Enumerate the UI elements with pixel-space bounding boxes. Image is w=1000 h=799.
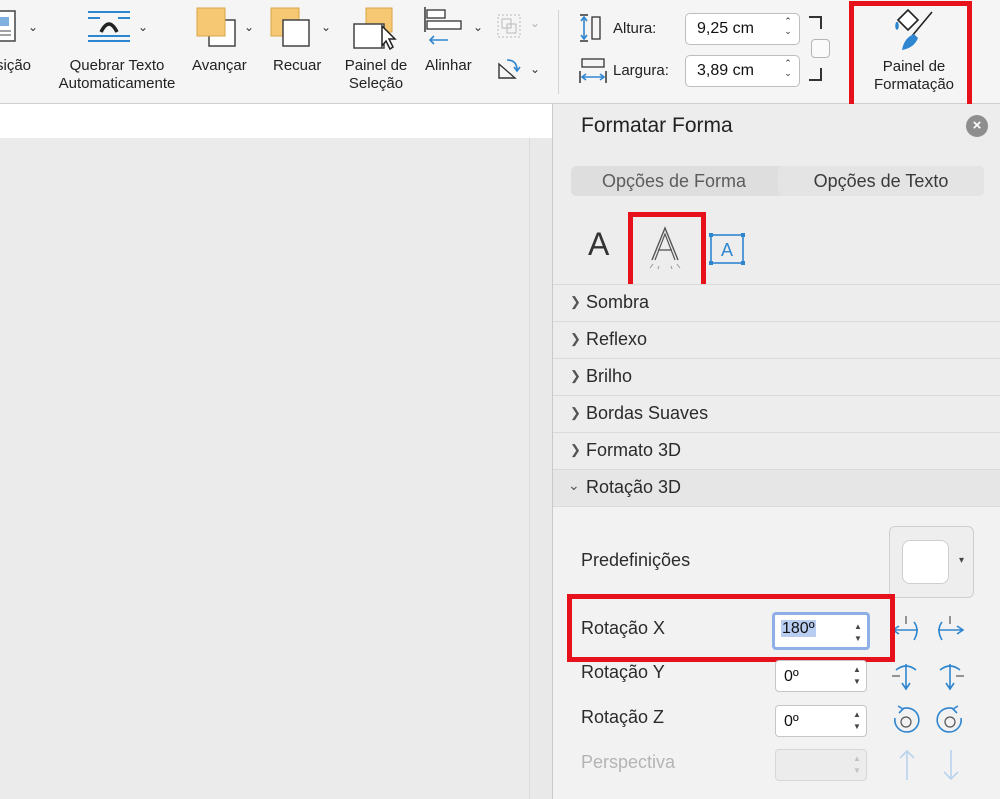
section-label: Rotação 3D	[586, 477, 682, 497]
section-label: Bordas Suaves	[586, 403, 709, 423]
rotation-y-value: 0º	[784, 668, 799, 685]
rotate-down-icon[interactable]	[934, 660, 966, 692]
section-shadow[interactable]: ❯ Sombra	[553, 284, 1000, 321]
chevron-down-icon: ⌄	[28, 20, 39, 34]
send-backward-label: Recuar	[273, 57, 322, 74]
close-icon[interactable]: ×	[966, 115, 988, 137]
bring-forward-button[interactable]: ⌄ Avançar	[190, 4, 260, 92]
section-reflection[interactable]: ❯ Reflexo	[553, 321, 1000, 358]
wrap-text-label: Quebrar Texto Automaticamente	[58, 57, 176, 92]
perspective-decrease-icon[interactable]	[939, 748, 963, 782]
rotate-icon[interactable]	[495, 56, 523, 84]
section-3d-rotation[interactable]: ⌄ Rotação 3D	[553, 469, 1000, 506]
section-glow[interactable]: ❯ Brilho	[553, 358, 1000, 395]
height-stepper[interactable]: ⌃ ⌄	[782, 16, 794, 36]
chevron-right-icon: ❯	[570, 405, 581, 420]
width-stepper[interactable]: ⌃ ⌄	[782, 58, 794, 78]
wrap-text-button[interactable]: ⌄ Quebrar Texto Automaticamente	[48, 4, 186, 96]
position-button[interactable]: ⌄ sição	[0, 4, 40, 92]
options-tab-bar: Opções de Forma Opções de Texto	[571, 166, 984, 196]
chevron-down-icon: ⌄	[530, 62, 541, 76]
document-ruler-strip	[0, 104, 552, 138]
lock-bracket-bottom	[809, 68, 822, 81]
chevron-down-icon: ⌄	[138, 20, 149, 34]
rotation-y-label: Rotação Y	[581, 662, 665, 682]
highlight-text-effects-tab	[628, 212, 706, 290]
selection-pane-label: Painel de Seleção	[344, 57, 408, 92]
wrap-text-icon	[88, 11, 130, 42]
width-label: Largura:	[613, 62, 669, 79]
align-label: Alinhar	[425, 57, 472, 74]
chevron-down-icon: ⌄	[244, 20, 255, 34]
chevron-down-icon: ⌄	[568, 477, 580, 493]
rotation-z-input[interactable]: 0º ▲ ▼	[775, 705, 867, 737]
chevron-down-icon: ⌄	[473, 20, 484, 34]
document-page[interactable]	[0, 138, 530, 799]
perspective-label: Perspectiva	[581, 752, 676, 772]
rotation-z-stepper[interactable]: ▲ ▼	[852, 709, 862, 733]
selection-pane-button[interactable]: Painel de Seleção	[338, 4, 414, 96]
send-backward-icon	[270, 7, 310, 47]
section-3d-format[interactable]: ❯ Formato 3D	[553, 432, 1000, 469]
height-icon	[580, 14, 601, 42]
group-icon[interactable]	[495, 12, 523, 40]
perspective-stepper[interactable]: ▲ ▼	[852, 753, 862, 777]
selection-pane-icon	[353, 7, 397, 50]
lock-bracket-top	[809, 16, 822, 29]
section-label: Formato 3D	[586, 440, 682, 460]
chevron-right-icon: ❯	[570, 294, 581, 309]
rotation-y-input[interactable]: 0º ▲ ▼	[775, 660, 867, 692]
rotate-counterclockwise-icon[interactable]	[890, 704, 922, 736]
height-label: Altura:	[613, 20, 657, 37]
section-soft-edges[interactable]: ❯ Bordas Suaves	[553, 395, 1000, 432]
rotation-z-value: 0º	[784, 713, 799, 730]
position-icon	[0, 10, 16, 42]
text-fill-outline-tab[interactable]: A	[588, 226, 618, 262]
presets-dropdown[interactable]: ▾	[889, 526, 974, 598]
tab-shape-options[interactable]: Opções de Forma	[571, 166, 777, 196]
send-backward-button[interactable]: ⌄ Recuar	[266, 4, 336, 92]
align-button[interactable]: ⌄ Alinhar	[416, 4, 490, 92]
bring-forward-label: Avançar	[192, 57, 247, 74]
lock-aspect-checkbox[interactable]	[811, 39, 830, 58]
triangle-down-icon: ▾	[959, 555, 965, 566]
section-label: Sombra	[586, 292, 650, 312]
section-label: Brilho	[586, 366, 633, 386]
format-shape-pane: Formatar Forma × Opções de Forma Opções …	[552, 104, 1000, 799]
chevron-right-icon: ❯	[570, 368, 581, 383]
chevron-right-icon: ❯	[570, 331, 581, 346]
perspective-increase-icon[interactable]	[895, 748, 919, 782]
chevron-down-icon: ⌄	[321, 20, 332, 34]
rotation-z-label: Rotação Z	[581, 707, 665, 727]
tab-text-options[interactable]: Opções de Texto	[778, 166, 984, 196]
ribbon-separator	[558, 10, 559, 94]
position-label: sição	[0, 57, 32, 74]
highlight-format-pane-button	[849, 1, 972, 109]
chevron-down-icon: ⌄	[530, 16, 541, 30]
section-label: Reflexo	[586, 329, 648, 349]
presets-label: Predefinições	[581, 550, 691, 570]
chevron-right-icon: ❯	[570, 442, 581, 457]
rotation-y-stepper[interactable]: ▲ ▼	[852, 664, 862, 688]
svg-text:A: A	[721, 240, 733, 260]
preset-swatch	[902, 540, 949, 584]
rotate-clockwise-icon[interactable]	[934, 704, 966, 736]
perspective-input[interactable]: ▲ ▼	[775, 749, 867, 781]
rotate-right-icon[interactable]	[934, 614, 966, 646]
bring-forward-icon	[196, 7, 236, 47]
pane-title: Formatar Forma	[581, 114, 733, 137]
textbox-layout-icon[interactable]: A	[708, 232, 746, 266]
ribbon-toolbar: ⌄ sição ⌄ Quebrar Texto Automaticamente …	[0, 0, 1000, 109]
rotate-up-icon[interactable]	[890, 660, 922, 692]
highlight-rotation-x	[567, 594, 895, 662]
align-icon	[424, 7, 462, 45]
width-icon	[579, 58, 607, 83]
